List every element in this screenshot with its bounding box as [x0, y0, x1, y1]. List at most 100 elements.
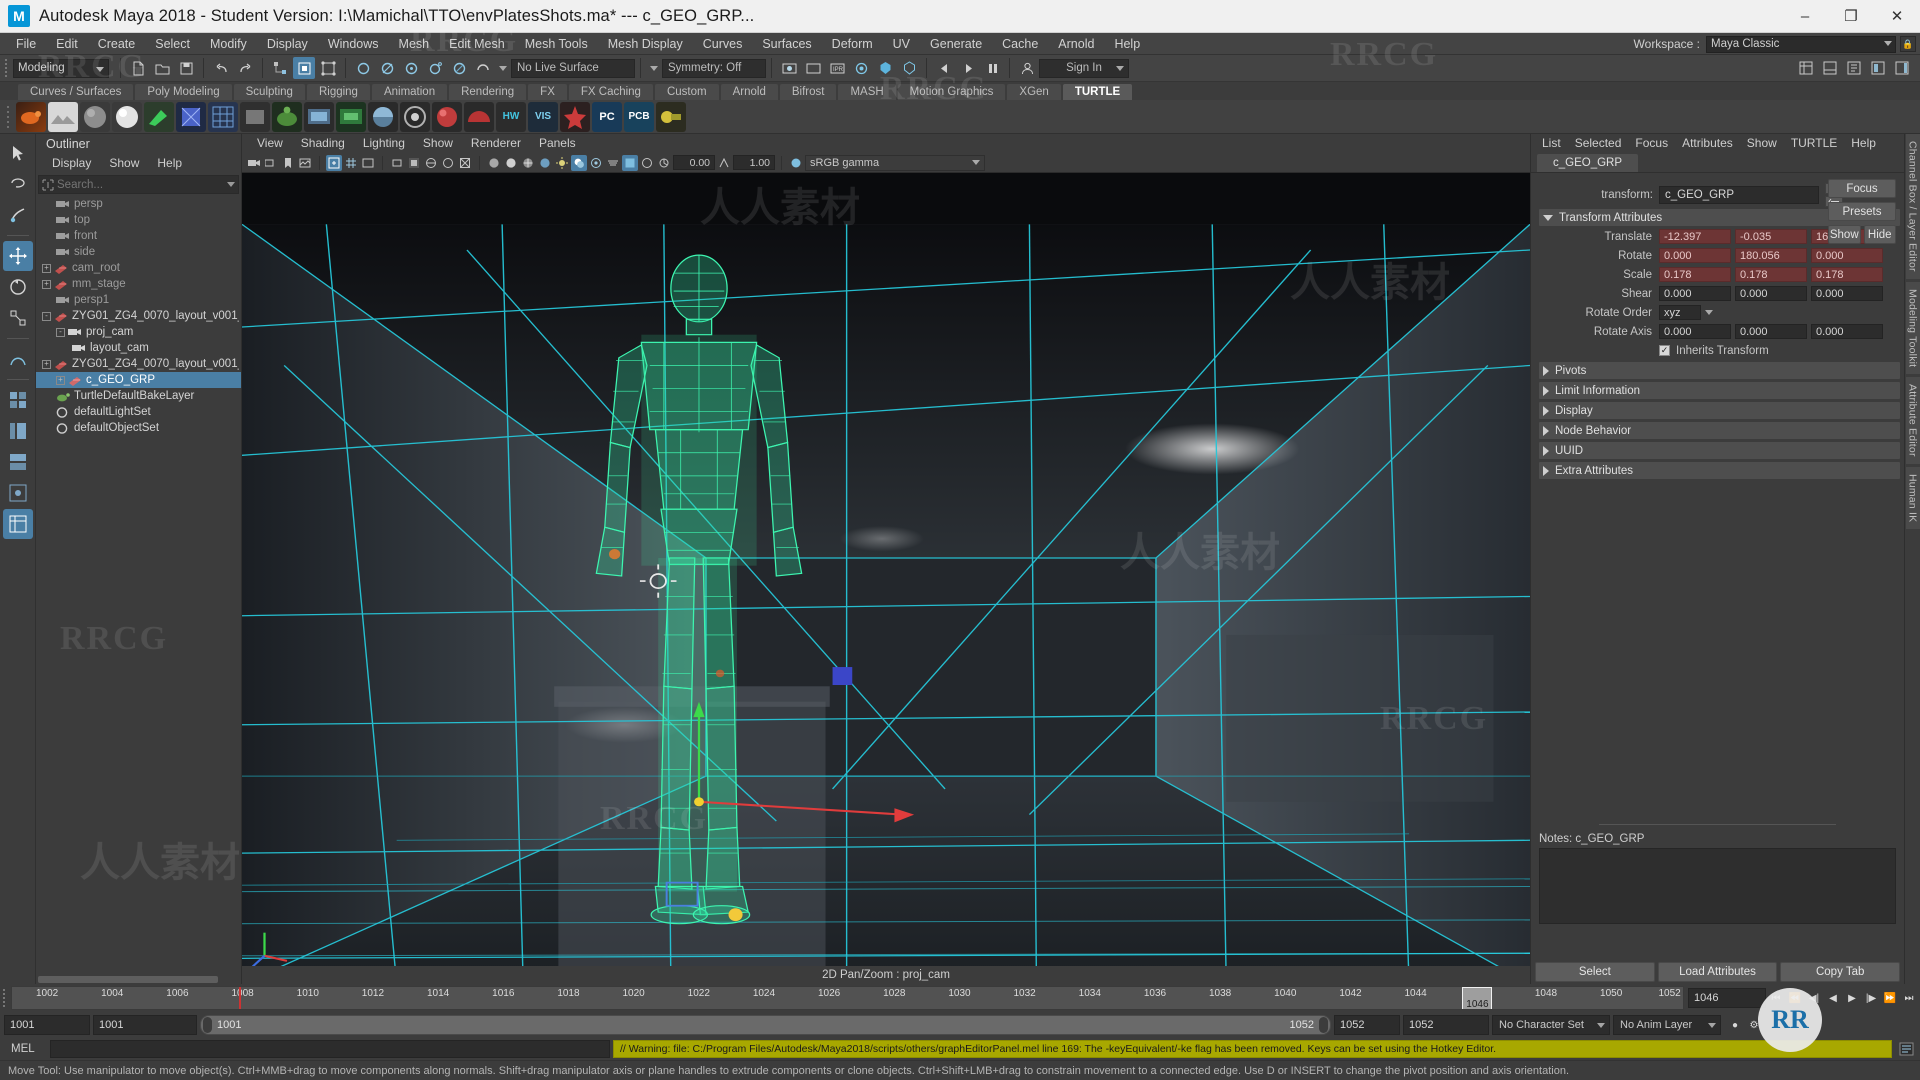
rotate-tool-button[interactable]	[3, 272, 33, 302]
move-tool-button[interactable]	[3, 241, 33, 271]
tab-modeling-toolkit[interactable]: Modeling Toolkit	[1906, 282, 1920, 374]
expand-icon[interactable]: +	[56, 376, 65, 385]
new-scene-button[interactable]	[127, 57, 149, 79]
shelf-tab-rigging[interactable]: Rigging	[307, 84, 370, 100]
outliner-item-mm-stage[interactable]: + mm_stage	[36, 276, 241, 292]
menu-uv[interactable]: UV	[883, 33, 920, 55]
attr-menu-list[interactable]: List	[1535, 134, 1568, 153]
shelf-icon-red-sphere[interactable]	[432, 102, 462, 132]
shelf-tab-xgen[interactable]: XGen	[1007, 84, 1060, 100]
outliner-search-input[interactable]	[57, 179, 238, 191]
menu-mesh-tools[interactable]: Mesh Tools	[515, 33, 598, 55]
range-end-field[interactable]: 1052	[1403, 1015, 1489, 1035]
viewport-3d-canvas[interactable]: 2D Pan/Zoom : proj_cam	[242, 173, 1530, 984]
menu-generate[interactable]: Generate	[920, 33, 992, 55]
step-forward-frame-icon[interactable]: |▶	[1862, 988, 1880, 1008]
snap-projection-button[interactable]	[424, 57, 446, 79]
menu-create[interactable]: Create	[88, 33, 146, 55]
motion-blur-icon[interactable]	[605, 155, 621, 171]
menu-edit[interactable]: Edit	[46, 33, 88, 55]
rotate-order-select[interactable]: xyz	[1659, 305, 1701, 320]
symmetry-field[interactable]: Symmetry: Off	[662, 59, 766, 78]
menu-deform[interactable]: Deform	[822, 33, 883, 55]
rotate-axis-z-field[interactable]: 0.000	[1811, 324, 1883, 339]
command-input[interactable]	[50, 1040, 610, 1058]
select-object-button[interactable]	[293, 57, 315, 79]
expand-icon[interactable]: +	[42, 280, 51, 289]
hypershade-layout-button[interactable]	[3, 478, 33, 508]
shelf-icon-bake[interactable]	[48, 102, 78, 132]
presets-button[interactable]: Presets	[1828, 202, 1896, 221]
exposure-field[interactable]: 0.00	[673, 155, 715, 170]
gamma-reset-icon[interactable]	[716, 155, 732, 171]
chevron-down-icon[interactable]	[1705, 310, 1713, 315]
snap-view-plane-button[interactable]	[448, 57, 470, 79]
section-node-behavior[interactable]: Node Behavior	[1539, 422, 1900, 439]
shear-z-field[interactable]: 0.000	[1811, 286, 1883, 301]
lights-icon[interactable]	[554, 155, 570, 171]
channel-box-toggle[interactable]	[1795, 57, 1817, 79]
shelf-icon-sphere-ring[interactable]	[400, 102, 430, 132]
save-scene-button[interactable]	[175, 57, 197, 79]
timeslider-grip[interactable]	[2, 987, 8, 1009]
select-tool-button[interactable]	[3, 138, 33, 168]
collapse-icon[interactable]: -	[56, 328, 65, 337]
menu-curves[interactable]: Curves	[693, 33, 753, 55]
pause-button[interactable]	[981, 57, 1003, 79]
depth-peeling-icon[interactable]	[639, 155, 655, 171]
resolution-gate-icon[interactable]	[389, 155, 405, 171]
menu-file[interactable]: File	[6, 33, 46, 55]
bookmark-icon[interactable]	[280, 155, 296, 171]
section-display[interactable]: Display	[1539, 402, 1900, 419]
chevron-down-icon[interactable]	[650, 66, 658, 71]
sidebar-collapse-button[interactable]	[1891, 57, 1913, 79]
workspace-select[interactable]: Maya Classic	[1706, 36, 1896, 53]
layer-editor-toggle[interactable]	[1819, 57, 1841, 79]
camera-attr-icon[interactable]	[263, 155, 279, 171]
show-button[interactable]: Show	[1828, 225, 1861, 244]
viewport-menu-view[interactable]: View	[248, 134, 292, 153]
scale-y-field[interactable]: 0.178	[1735, 267, 1807, 282]
shelf-tab-curves-surfaces[interactable]: Curves / Surfaces	[18, 84, 133, 100]
anim-layer-select[interactable]: No Anim Layer	[1613, 1015, 1721, 1035]
shelf-tab-poly-modeling[interactable]: Poly Modeling	[135, 84, 231, 100]
minimize-button[interactable]: –	[1782, 0, 1828, 33]
current-frame-field[interactable]: 1046	[1688, 988, 1766, 1008]
section-pivots[interactable]: Pivots	[1539, 362, 1900, 379]
range-start-field[interactable]: 1001	[4, 1015, 90, 1035]
shelf-icon-light-blue[interactable]	[176, 102, 206, 132]
sign-in-button[interactable]: Sign In	[1039, 59, 1129, 78]
outliner-menu-display[interactable]: Display	[44, 154, 99, 173]
persp-outliner-layout-button[interactable]	[3, 447, 33, 477]
attribute-editor-tab[interactable]: c_GEO_GRP	[1537, 154, 1638, 172]
outliner-item-c-geo-grp[interactable]: + c_GEO_GRP	[36, 372, 241, 388]
shelf-icon-gray-box[interactable]	[240, 102, 270, 132]
shelf-tab-animation[interactable]: Animation	[372, 84, 447, 100]
shelf-icon-turtle-render[interactable]	[16, 102, 46, 132]
single-perspective-layout-button[interactable]	[3, 509, 33, 539]
menu-arnold[interactable]: Arnold	[1048, 33, 1104, 55]
anim-end-field[interactable]: 1052	[1334, 1015, 1400, 1035]
section-uuid[interactable]: UUID	[1539, 442, 1900, 459]
soft-select-tool-button[interactable]	[3, 344, 33, 374]
rotate-axis-y-field[interactable]: 0.000	[1735, 324, 1807, 339]
shelf-grip[interactable]	[4, 103, 14, 131]
texture-icon[interactable]	[537, 155, 553, 171]
viewport-menu-lighting[interactable]: Lighting	[354, 134, 414, 153]
outliner-item-front[interactable]: front	[36, 228, 241, 244]
menu-cache[interactable]: Cache	[992, 33, 1048, 55]
multisample-icon[interactable]	[622, 155, 638, 171]
outliner-item-cam-root[interactable]: + cam_root	[36, 260, 241, 276]
tab-channel-box-layer-editor[interactable]: Channel Box / Layer Editor	[1906, 134, 1920, 279]
attr-menu-attributes[interactable]: Attributes	[1675, 134, 1740, 153]
menu-display[interactable]: Display	[257, 33, 318, 55]
outliner-item-layout-cam[interactable]: layout_cam	[36, 340, 241, 356]
script-editor-icon[interactable]	[1895, 1040, 1917, 1058]
shelf-tab-fx-caching[interactable]: FX Caching	[569, 84, 653, 100]
outliner-tree[interactable]: persp top front side + cam_root	[36, 194, 241, 974]
chevron-down-icon[interactable]	[499, 66, 507, 71]
make-live-button[interactable]	[472, 57, 494, 79]
outliner-layout-button[interactable]	[3, 416, 33, 446]
shelf-tab-arnold[interactable]: Arnold	[721, 84, 778, 100]
outliner-item-default-light-set[interactable]: defaultLightSet	[36, 404, 241, 420]
